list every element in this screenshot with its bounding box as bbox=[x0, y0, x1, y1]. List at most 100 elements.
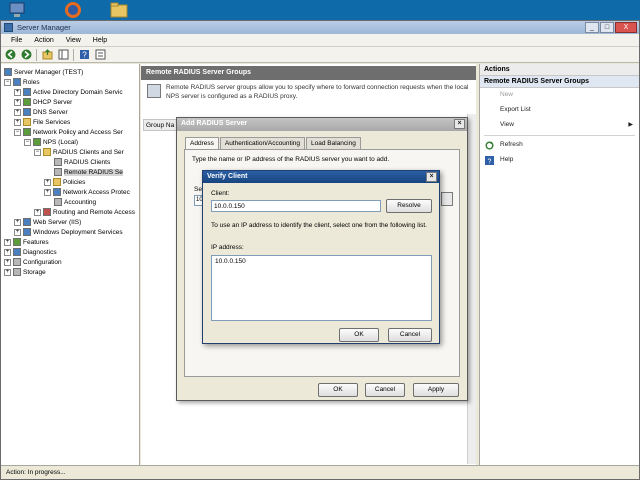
action-new[interactable]: New bbox=[480, 88, 639, 103]
expand-icon[interactable]: + bbox=[34, 208, 41, 216]
firefox-icon[interactable] bbox=[64, 1, 82, 19]
menu-view[interactable]: View bbox=[66, 37, 81, 44]
expand-icon[interactable]: + bbox=[44, 188, 51, 196]
close-icon[interactable]: × bbox=[454, 119, 465, 129]
window-title: Server Manager bbox=[17, 23, 71, 32]
routing-icon bbox=[43, 208, 51, 216]
tree-item-features[interactable]: + Features bbox=[4, 237, 49, 247]
tree-item-configuration[interactable]: + Configuration bbox=[4, 257, 62, 267]
tree-item-file-services[interactable]: + File Services bbox=[14, 117, 70, 127]
expand-icon[interactable]: + bbox=[14, 228, 21, 236]
expand-icon[interactable]: + bbox=[14, 108, 21, 116]
close-button[interactable]: X bbox=[615, 22, 637, 33]
center-vertical-scrollbar[interactable] bbox=[467, 114, 476, 464]
expand-icon[interactable]: + bbox=[4, 238, 11, 246]
configuration-icon bbox=[13, 258, 21, 266]
resolve-button[interactable]: Resolve bbox=[386, 199, 432, 213]
ok-button[interactable]: OK bbox=[318, 383, 358, 397]
help-icon[interactable]: ? bbox=[78, 48, 91, 61]
actions-section-title[interactable]: Remote RADIUS Server Groups bbox=[480, 76, 639, 88]
tree-item-dhcp[interactable]: + DHCP Server bbox=[14, 97, 72, 107]
client-input[interactable] bbox=[211, 200, 381, 212]
computer-icon[interactable] bbox=[8, 1, 26, 19]
tree-item-policies[interactable]: + Policies bbox=[44, 177, 85, 187]
collapse-icon[interactable]: − bbox=[34, 148, 41, 156]
expand-icon[interactable]: + bbox=[14, 98, 21, 106]
actions-separator bbox=[484, 135, 635, 136]
maximize-button[interactable]: □ bbox=[600, 22, 614, 33]
tree-item-npas[interactable]: − Network Policy and Access Ser bbox=[14, 127, 123, 137]
cancel-button[interactable]: Cancel bbox=[388, 328, 432, 342]
action-view-label: View bbox=[500, 121, 514, 128]
action-help[interactable]: ? Help bbox=[480, 153, 639, 168]
expand-icon[interactable]: + bbox=[44, 178, 51, 186]
status-bar: Action: In progress... bbox=[1, 465, 639, 479]
ok-button[interactable]: OK bbox=[339, 328, 379, 342]
actions-title: Actions bbox=[480, 64, 639, 76]
expand-icon[interactable]: + bbox=[14, 118, 21, 126]
expand-icon[interactable]: + bbox=[14, 88, 21, 96]
forward-icon[interactable] bbox=[20, 48, 33, 61]
back-icon[interactable] bbox=[4, 48, 17, 61]
menu-action[interactable]: Action bbox=[34, 37, 53, 44]
expand-icon[interactable]: + bbox=[4, 258, 11, 266]
tree-item-roles[interactable]: − Roles bbox=[4, 77, 40, 87]
tree-item-nps-local[interactable]: − NPS (Local) bbox=[24, 137, 78, 147]
ip-selection-hint: To use an IP address to identify the cli… bbox=[211, 222, 427, 229]
tree-item-accounting[interactable]: Accounting bbox=[54, 197, 96, 207]
roles-icon bbox=[13, 78, 21, 86]
minimize-button[interactable]: _ bbox=[585, 22, 599, 33]
action-new-label: New bbox=[500, 91, 514, 98]
tree-item-dns[interactable]: + DNS Server bbox=[14, 107, 68, 117]
nps-icon bbox=[33, 138, 41, 146]
menu-help[interactable]: Help bbox=[93, 37, 107, 44]
add-radius-server-title-bar[interactable]: Add RADIUS Server × bbox=[177, 118, 467, 131]
tree-item-radius-clients[interactable]: RADIUS Clients bbox=[54, 157, 110, 167]
console-tree-icon[interactable] bbox=[57, 48, 70, 61]
expand-icon[interactable]: + bbox=[14, 218, 21, 226]
action-help-label: Help bbox=[500, 156, 514, 163]
client-label: Client: bbox=[211, 190, 230, 197]
tree-item-routing[interactable]: + Routing and Remote Access bbox=[34, 207, 135, 217]
actions-pane: Actions Remote RADIUS Server Groups New … bbox=[479, 64, 639, 476]
menu-file[interactable]: File bbox=[11, 37, 22, 44]
desktop bbox=[0, 0, 640, 20]
tree-item-radius-clients-servers[interactable]: − RADIUS Clients and Ser bbox=[34, 147, 124, 157]
tree-item-server-manager[interactable]: Server Manager (TEST) bbox=[4, 67, 83, 77]
tab-load-balancing[interactable]: Load Balancing bbox=[306, 137, 361, 149]
help-icon: ? bbox=[485, 156, 494, 166]
verify-button[interactable] bbox=[441, 192, 453, 206]
apply-button[interactable]: Apply bbox=[413, 383, 459, 397]
up-icon[interactable] bbox=[41, 48, 54, 61]
tree-item-web-server[interactable]: + Web Server (IIS) bbox=[14, 217, 81, 227]
collapse-icon[interactable]: − bbox=[24, 138, 31, 146]
tree-item-diagnostics[interactable]: + Diagnostics bbox=[4, 247, 57, 257]
expand-icon[interactable]: + bbox=[4, 248, 11, 256]
ip-address-list[interactable]: 10.0.0.150 bbox=[211, 255, 432, 321]
tree-item-wds[interactable]: + Windows Deployment Services bbox=[14, 227, 123, 237]
diagnostics-icon bbox=[13, 248, 21, 256]
action-refresh[interactable]: Refresh bbox=[480, 138, 639, 153]
collapse-icon[interactable]: − bbox=[14, 128, 21, 136]
collapse-icon[interactable]: − bbox=[4, 78, 11, 86]
close-icon[interactable]: × bbox=[426, 172, 437, 182]
tab-authentication-accounting[interactable]: Authentication/Accounting bbox=[219, 137, 306, 149]
verify-client-title-bar[interactable]: Verify Client × bbox=[203, 171, 439, 183]
action-export-list[interactable]: Export List bbox=[480, 103, 639, 118]
radius-clients-icon bbox=[54, 158, 62, 166]
center-pane-title: Remote RADIUS Server Groups bbox=[141, 66, 476, 80]
toolbar: ? bbox=[1, 47, 639, 63]
tree-item-nap[interactable]: + Network Access Protec bbox=[44, 187, 130, 197]
action-view[interactable]: View ▶ bbox=[480, 118, 639, 133]
center-description-text: Remote RADIUS server groups allow you to… bbox=[166, 84, 469, 100]
tree-item-remote-radius-servers[interactable]: Remote RADIUS Se bbox=[54, 167, 123, 177]
cancel-button[interactable]: Cancel bbox=[365, 383, 405, 397]
expand-icon[interactable]: + bbox=[4, 268, 11, 276]
title-bar[interactable]: Server Manager _ □ X bbox=[1, 21, 639, 34]
folder-icon[interactable] bbox=[110, 1, 128, 19]
properties-icon[interactable] bbox=[94, 48, 107, 61]
ip-address-label: IP address: bbox=[211, 244, 244, 251]
tree-item-active-directory[interactable]: + Active Directory Domain Servic bbox=[14, 87, 123, 97]
tree-item-storage[interactable]: + Storage bbox=[4, 267, 46, 277]
list-item[interactable]: 10.0.0.150 bbox=[212, 256, 431, 267]
